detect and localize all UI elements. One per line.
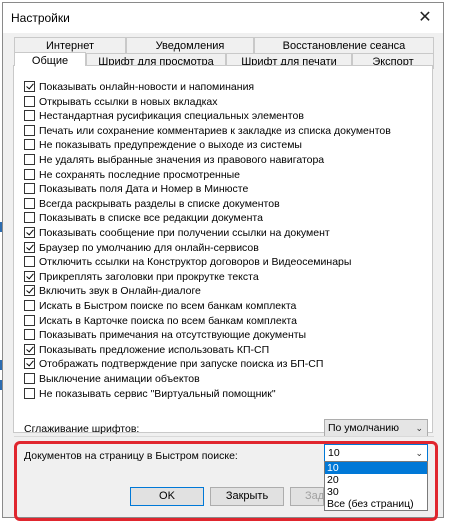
title-bar: Настройки ✕ (3, 3, 443, 33)
option-label: Прикреплять заголовки при прокрутке текс… (39, 270, 259, 283)
chevron-down-icon: ⌄ (415, 448, 423, 458)
dropdown-option[interactable]: 10 (325, 462, 427, 474)
option-checkbox[interactable] (24, 227, 35, 238)
option-label: Всегда раскрывать разделы в списке докум… (39, 197, 280, 210)
dropdown-option[interactable]: 20 (325, 474, 427, 486)
docs-per-page-dropdown: 10 20 30 Все (без страниц) (324, 461, 428, 511)
option-label: Показывать сообщение при получении ссылк… (39, 227, 330, 239)
docs-per-page-select[interactable]: 10 ⌄ (324, 444, 428, 462)
option-checkbox[interactable] (24, 285, 35, 297)
option-label: Нестандартная русификация специальных эл… (39, 110, 304, 123)
option-checkbox[interactable] (24, 241, 35, 253)
option-label: Не показывать сервис "Виртуальный помощн… (39, 387, 276, 400)
chevron-down-icon: ⌄ (415, 423, 423, 433)
option-label: Показывать поля Дата и Номер в Минюсте (39, 183, 249, 196)
option-checkbox[interactable] (24, 139, 35, 151)
window-title: Настройки (11, 11, 70, 25)
option-label: Отключить ссылки на Конструктор договоро… (39, 256, 352, 269)
font-smoothing-label: Сглаживание шрифтов: (24, 423, 140, 435)
option-label: Включить звук в Онлайн-диалоге (39, 285, 201, 298)
font-smoothing-value: По умолчанию (328, 422, 400, 434)
dropdown-option[interactable]: Все (без страниц) (325, 498, 427, 510)
option-checkbox[interactable] (24, 300, 35, 311)
option-label: Отображать подтверждение при запуске пои… (39, 358, 324, 371)
option-label: Показывать предложение использовать КП-С… (39, 343, 270, 356)
divider (14, 436, 434, 437)
docs-per-page-value: 10 (328, 447, 340, 459)
option-label: Показывать в списке все редакции докумен… (39, 212, 263, 225)
option-checkbox[interactable] (24, 343, 35, 355)
option-label: Искать в Быстром поиске по всем банкам к… (39, 300, 297, 312)
help-button[interactable]: Зад (290, 487, 324, 506)
close-button[interactable]: Закрыть (210, 487, 284, 506)
option-label: Печать или сохранение комментариев к зак… (39, 124, 391, 137)
option-checkbox[interactable] (24, 373, 35, 384)
option-checkbox[interactable] (24, 387, 35, 399)
option-label: Открывать ссылки в новых вкладках (39, 95, 218, 108)
option-label: Показывать примечания на отсутствующие д… (39, 329, 307, 342)
option-label: Не удалять выбранные значения из правово… (39, 154, 325, 166)
option-checkbox[interactable] (24, 256, 35, 268)
tab-general[interactable]: Общие (14, 52, 86, 67)
option-checkbox[interactable] (24, 124, 35, 136)
option-label: Не показывать предупреждение о выходе из… (39, 139, 302, 152)
dropdown-option[interactable]: 30 (325, 486, 427, 498)
option-checkbox[interactable] (24, 81, 35, 92)
option-checkbox[interactable] (24, 270, 35, 282)
tab-notifications[interactable]: Уведомления (126, 37, 254, 53)
docs-per-page-label: Документов на страницу в Быстром поиске: (24, 450, 238, 462)
option-label: Не сохранять последние просмотренные (39, 168, 241, 181)
option-checkbox[interactable] (24, 95, 35, 107)
tab-internet[interactable]: Интернет (14, 37, 126, 53)
option-checkbox[interactable] (24, 329, 35, 341)
option-label: Искать в Карточке поиска по всем банкам … (39, 314, 297, 327)
option-checkbox[interactable] (24, 183, 35, 195)
tab-session-restore[interactable]: Восстановление сеанса (254, 37, 434, 53)
option-label: Браузер по умолчанию для онлайн-сервисов (39, 241, 259, 254)
option-label: Выключение анимации объектов (39, 373, 200, 385)
option-checkbox[interactable] (24, 314, 35, 326)
option-label: Показывать онлайн-новости и напоминания (39, 81, 255, 93)
option-checkbox[interactable] (24, 154, 35, 165)
option-checkbox[interactable] (24, 212, 35, 224)
option-checkbox[interactable] (24, 110, 35, 122)
option-checkbox[interactable] (24, 168, 35, 180)
ok-button[interactable]: OK (130, 487, 204, 506)
option-checkbox[interactable] (24, 358, 35, 370)
font-smoothing-select[interactable]: По умолчанию ⌄ (324, 419, 428, 437)
option-checkbox[interactable] (24, 197, 35, 209)
close-icon[interactable]: ✕ (407, 3, 443, 33)
